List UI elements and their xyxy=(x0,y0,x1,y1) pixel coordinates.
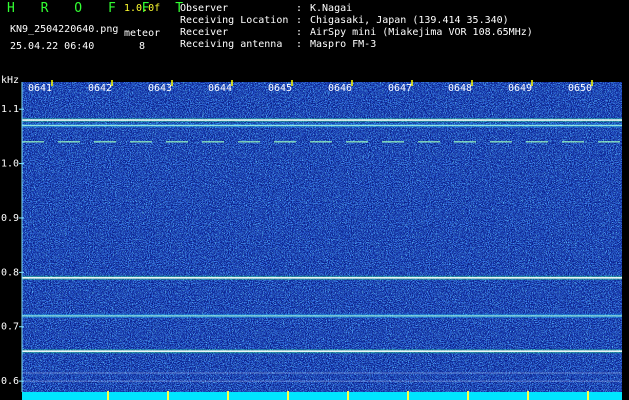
y-tick-label: 1.1 xyxy=(1,104,19,115)
y-tick-label: 0.8 xyxy=(1,267,19,278)
bottom-marker xyxy=(467,391,469,400)
filename-label: KN9_2504220640.png xyxy=(10,24,119,35)
metadata-value: Maspro FM-3 xyxy=(310,39,377,50)
metadata-key: Observer xyxy=(180,3,229,14)
metadata-key: Receiving Location xyxy=(180,15,289,26)
metadata-row-antenna: Receiving antenna: Maspro FM-3 xyxy=(180,39,533,51)
bottom-marker xyxy=(287,391,289,400)
x-tick-label: 0648 xyxy=(448,83,472,94)
metadata-row-observer: Observer: K.Nagai xyxy=(180,3,533,15)
metadata-value: K.Nagai xyxy=(310,3,353,14)
bottom-band-fill xyxy=(22,392,622,400)
mode-value: 8 xyxy=(139,41,146,52)
x-tick-label: 0646 xyxy=(328,83,352,94)
x-tick-label: 0645 xyxy=(268,83,292,94)
metadata-value: AirSpy mini (Miakejima VOR 108.65MHz) xyxy=(310,27,533,38)
bottom-marker xyxy=(407,391,409,400)
app-title: H R O F F T xyxy=(7,1,193,16)
x-tick-label: 0641 xyxy=(28,83,52,94)
version-label: 1.0.0f xyxy=(124,3,161,14)
mode-label: meteor xyxy=(124,28,161,39)
metadata-separator: : xyxy=(296,3,303,14)
bottom-marker xyxy=(227,391,229,400)
metadata-key: Receiver xyxy=(180,27,229,38)
bottom-marker xyxy=(587,391,589,400)
x-tick-label: 0647 xyxy=(388,83,412,94)
metadata-row-receiver: Receiver: AirSpy mini (Miakejima VOR 108.… xyxy=(180,27,533,39)
metadata-value: Chigasaki, Japan (139.414 35.340) xyxy=(310,15,509,26)
noise-speckle xyxy=(22,82,622,392)
x-tick-label: 0642 xyxy=(88,83,112,94)
bottom-marker xyxy=(167,391,169,400)
y-tick-label: 1.0 xyxy=(1,159,19,170)
metadata-separator: : xyxy=(296,15,303,26)
y-tick-label: 0.9 xyxy=(1,213,19,224)
datetime-label: 25.04.22 06:40 xyxy=(10,41,95,52)
bottom-marker xyxy=(107,391,109,400)
metadata-separator: : xyxy=(296,27,303,38)
x-tick-label: 0644 xyxy=(208,83,232,94)
metadata-row-location: Receiving Location: Chigasaki, Japan (139… xyxy=(180,15,533,27)
bottom-band xyxy=(22,391,622,400)
y-axis: kHz 1.1 1.0 0.9 0.8 0.7 0.6 xyxy=(1,75,24,392)
x-tick-label: 0649 xyxy=(508,83,532,94)
bottom-marker xyxy=(347,391,349,400)
y-axis-unit: kHz xyxy=(1,75,19,86)
plot-area xyxy=(22,82,622,392)
metadata-panel: Observer: K.Nagai Receiving Location: Chig… xyxy=(180,3,533,51)
spectrogram-plot: kHz 1.1 1.0 0.9 0.8 0.7 0.6 0641 0642 0643 0644 0… xyxy=(1,75,622,400)
bottom-marker xyxy=(527,391,529,400)
x-tick-label: 0643 xyxy=(148,83,172,94)
metadata-key: Receiving antenna xyxy=(180,39,283,50)
y-tick-label: 0.6 xyxy=(1,376,19,387)
hrofft-spectrogram-window: H R O F F T 1.0.0f KN9_2504220640.png 25… xyxy=(0,0,629,400)
x-tick-label: 0650 xyxy=(568,83,592,94)
metadata-separator: : xyxy=(296,39,303,50)
y-tick-label: 0.7 xyxy=(1,322,19,333)
